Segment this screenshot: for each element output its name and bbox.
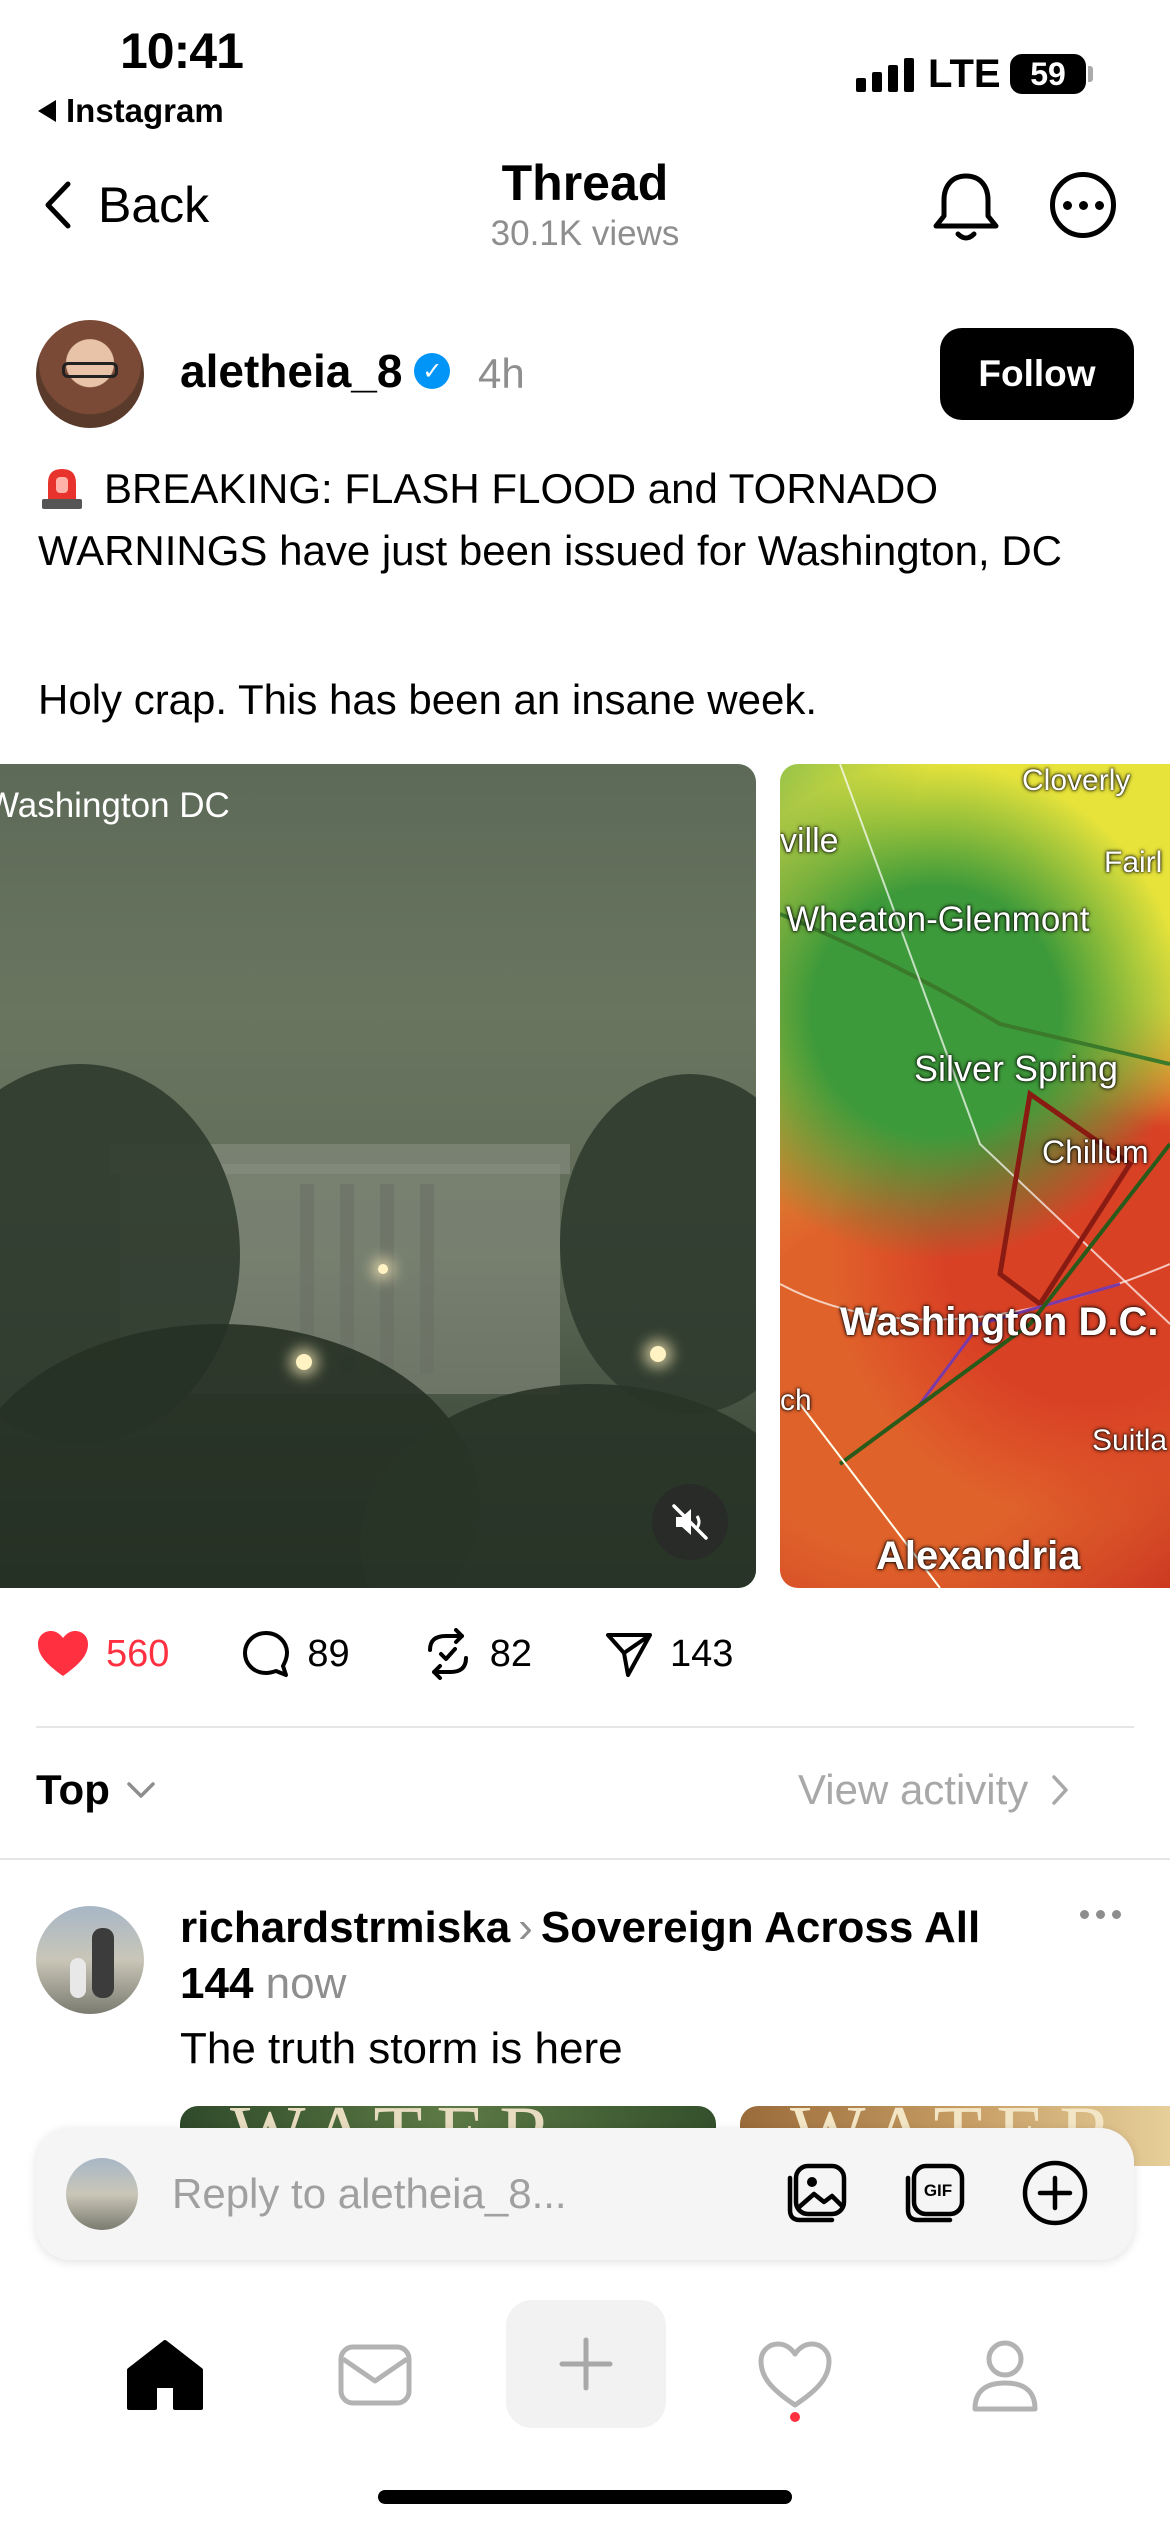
reply-text: The truth storm is here <box>180 2024 623 2073</box>
comment-count: 89 <box>307 1632 350 1675</box>
map-label-chillum: Chillum <box>1042 1134 1149 1170</box>
status-time: 10:41 <box>120 23 244 79</box>
post-text: BREAKING: FLASH FLOOD and TORNADO WARNIN… <box>38 465 1062 574</box>
radar-map-image[interactable]: Cloverly ville Fairl Wheaton-Glenmont Si… <box>780 764 1170 1588</box>
comment-button[interactable]: 89 <box>241 1629 350 1679</box>
network-type: LTE <box>928 52 1001 96</box>
composer-avatar <box>66 2158 138 2230</box>
home-icon <box>127 2340 203 2410</box>
like-button[interactable]: 560 <box>36 1630 169 1678</box>
sort-label: Top <box>36 1766 110 1813</box>
follow-button[interactable]: Follow <box>940 328 1134 420</box>
add-attachment-button[interactable] <box>1020 2158 1090 2228</box>
chevron-down-icon <box>127 1782 155 1798</box>
chevron-right-icon: › <box>518 1903 533 1952</box>
map-label-wheaton: Wheaton-Glenmont <box>786 900 1090 939</box>
mail-icon <box>338 2344 412 2406</box>
like-count: 560 <box>106 1632 170 1675</box>
tab-create[interactable] <box>506 2300 666 2428</box>
reply-time: now <box>265 1959 347 2008</box>
repost-count: 82 <box>489 1632 532 1675</box>
repost-button[interactable]: 82 <box>422 1628 532 1680</box>
share-button[interactable]: 143 <box>604 1629 733 1679</box>
post-actions: 560 89 82 143 <box>36 1628 805 1680</box>
map-label-alexandria: Alexandria <box>876 1534 1081 1578</box>
tab-home[interactable] <box>120 2330 210 2420</box>
map-label-washington-dc: Washington D.C. <box>840 1300 1159 1344</box>
back-triangle-icon <box>38 100 56 122</box>
gif-button[interactable]: GIF <box>900 2158 970 2228</box>
post-body: BREAKING: FLASH FLOOD and TORNADO WARNIN… <box>38 458 1138 582</box>
verified-badge-icon: ✓ <box>414 353 451 389</box>
reply-more-button[interactable] <box>1080 1910 1121 1919</box>
notification-bell-button[interactable] <box>930 170 1002 251</box>
reply-header[interactable]: richardstrmiska › Sovereign Across All 144… <box>180 1900 1060 2012</box>
heart-filled-icon <box>38 1631 88 1676</box>
reply-username[interactable]: richardstrmiska <box>180 1903 510 1952</box>
image-gallery-icon <box>787 2163 847 2223</box>
plus-icon <box>559 2337 613 2391</box>
sort-dropdown[interactable]: Top <box>36 1766 156 1814</box>
activity-notification-dot <box>790 2412 800 2422</box>
divider <box>0 1858 1170 1860</box>
post-text-secondary: Holy crap. This has been an insane week. <box>38 676 818 723</box>
chevron-right-icon <box>1052 1775 1069 1805</box>
map-label-ch: ch <box>780 1384 812 1417</box>
home-indicator <box>378 2490 792 2504</box>
author-username: aletheia_8 <box>180 345 403 397</box>
more-options-button[interactable] <box>1050 172 1116 238</box>
tab-profile[interactable] <box>960 2330 1050 2420</box>
reply-avatar[interactable] <box>36 1906 144 2014</box>
tab-activity[interactable] <box>750 2330 840 2420</box>
tab-messages[interactable] <box>330 2330 420 2420</box>
share-count: 143 <box>669 1632 734 1675</box>
view-activity-link[interactable]: View activity <box>798 1766 1070 1814</box>
map-label-cloverly: Cloverly <box>1022 764 1131 797</box>
view-activity-label: View activity <box>798 1766 1029 1813</box>
comment-bubble-icon <box>243 1631 290 1677</box>
battery-icon: 59 <box>1010 54 1086 94</box>
cellular-signal-icon <box>856 58 914 92</box>
heart-outline-icon <box>758 2341 832 2408</box>
back-to-app-link[interactable]: Instagram <box>38 92 224 130</box>
muted-speaker-icon <box>672 1504 708 1540</box>
battery-nub <box>1088 66 1093 82</box>
reply-input[interactable]: Reply to aletheia_8... <box>172 2170 567 2218</box>
mute-toggle-button[interactable] <box>652 1484 728 1560</box>
divider <box>36 1726 1134 1728</box>
battery-level: 59 <box>1030 55 1066 92</box>
post-video[interactable]: Washington DC <box>0 764 756 1588</box>
gif-icon: GIF <box>905 2163 965 2223</box>
map-label-ville: ville <box>780 822 839 860</box>
svg-text:GIF: GIF <box>924 2181 952 2200</box>
plus-circle-icon <box>1022 2160 1088 2226</box>
attach-image-button[interactable] <box>782 2158 852 2228</box>
post-time: 4h <box>478 350 525 397</box>
back-app-label: Instagram <box>66 92 224 129</box>
siren-emoji-icon <box>42 469 82 509</box>
video-caption: Washington DC <box>0 786 230 825</box>
map-label-silver-spring: Silver Spring <box>914 1048 1119 1089</box>
profile-icon <box>972 2340 1038 2412</box>
send-icon <box>605 1633 652 1677</box>
author-avatar[interactable] <box>36 320 144 428</box>
author-row[interactable]: aletheia_8 ✓ <box>180 344 451 398</box>
repost-icon <box>427 1628 468 1680</box>
bell-icon <box>933 173 999 241</box>
map-label-suitla: Suitla <box>1092 1424 1168 1457</box>
map-road-lines <box>780 764 1170 1588</box>
map-label-fairl: Fairl <box>1104 846 1163 879</box>
